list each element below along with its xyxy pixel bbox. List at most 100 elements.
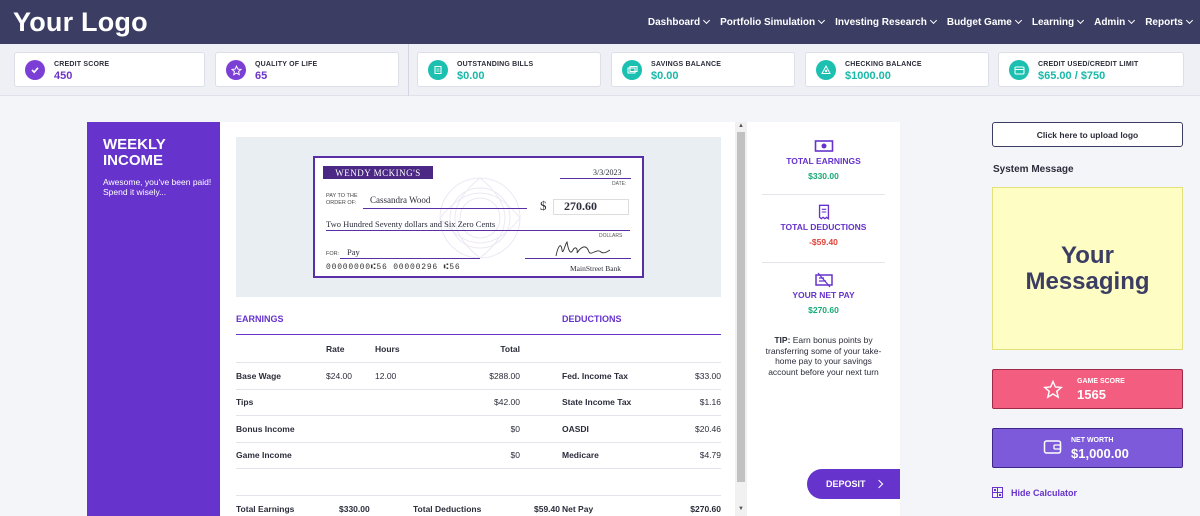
scrollbar[interactable]: ▲ ▼: [735, 122, 747, 516]
system-message-box: Your Messaging: [992, 187, 1183, 350]
row-divider: [236, 442, 721, 443]
weekly-income-panel: WEEKLY INCOME Awesome, you've been paid! …: [87, 122, 220, 516]
earning-hours: 12.00: [375, 371, 397, 381]
earning-total: $288.00: [489, 371, 520, 381]
stat-label: QUALITY OF LIFE: [255, 61, 318, 68]
scroll-up-icon[interactable]: ▲: [738, 123, 744, 129]
top-nav-bar: Your Logo Dashboard Portfolio Simulation…: [0, 0, 1200, 44]
stat-value: 65: [255, 70, 268, 82]
tip-label: TIP:: [774, 335, 791, 345]
deduction-amount: $20.46: [695, 424, 721, 434]
nav-budget-game[interactable]: Budget Game: [947, 17, 1022, 28]
scroll-down-icon[interactable]: ▼: [738, 506, 744, 512]
earning-total: $0: [510, 450, 520, 460]
col-rate: Rate: [326, 344, 345, 354]
paycheck-card: WEEKLY INCOME Awesome, you've been paid! …: [87, 122, 900, 516]
nav-learning[interactable]: Learning: [1031, 16, 1085, 28]
total-earnings-value: $330.00: [339, 504, 370, 514]
signature-icon: [555, 241, 611, 257]
pay-to-line-1: PAY TO THE: [326, 193, 358, 199]
checking-icon: [816, 60, 836, 80]
net-worth-value: $1,000.00: [1071, 446, 1129, 461]
chevron-right-icon: [874, 479, 883, 489]
nav-admin[interactable]: Admin: [1094, 16, 1136, 28]
stat-checking-balance: CHECKING BALANCE $1000.00: [805, 52, 989, 87]
summary-label: TOTAL DEDUCTIONS: [780, 222, 867, 232]
hide-calculator-link[interactable]: Hide Calculator: [992, 487, 1077, 498]
earning-name: Tips: [236, 397, 254, 407]
paycheck: WENDY MCKING'S 3/3/2023 DATE: PAY TO THE…: [313, 156, 644, 278]
scrollbar-thumb[interactable]: [737, 132, 745, 482]
summary-value: $330.00: [808, 171, 839, 181]
summary-value: -$59.40: [809, 237, 838, 247]
earnings-heading: EARNINGS: [236, 314, 284, 324]
bank-name: MainStreet Bank: [570, 264, 622, 273]
summary-label: YOUR NET PAY: [792, 290, 855, 300]
star-badge-icon: [226, 60, 246, 80]
net-pay-value: $270.60: [690, 504, 721, 514]
credit-card-icon: [1009, 60, 1029, 80]
signature-line: [525, 258, 631, 259]
stats-strip: CREDIT SCORE 450 QUALITY OF LIFE 65 OUTS…: [0, 44, 1200, 96]
chevron-down-icon: [1128, 16, 1136, 25]
stat-value: $0.00: [651, 70, 679, 82]
earning-name: Base Wage: [236, 371, 282, 381]
check-area: WENDY MCKING'S 3/3/2023 DATE: PAY TO THE…: [236, 137, 721, 297]
check-badge-icon: [25, 60, 45, 80]
savings-icon: [622, 60, 642, 80]
earning-total: $42.00: [494, 397, 520, 407]
summary-label: TOTAL EARNINGS: [786, 156, 861, 166]
stat-credit-score: CREDIT SCORE 450: [14, 52, 205, 87]
net-worth-card[interactable]: NET WORTH $1,000.00: [992, 428, 1183, 468]
stat-value: $65.00 / $750: [1038, 70, 1106, 82]
system-message-title: System Message: [993, 164, 1074, 175]
bill-icon: [428, 60, 448, 80]
check-amount: 270.60: [564, 199, 597, 213]
chevron-down-icon: [818, 16, 826, 25]
nav-dashboard[interactable]: Dashboard: [647, 16, 711, 28]
deduction-name: Fed. Income Tax: [562, 371, 628, 381]
total-earnings-label: Total Earnings: [236, 504, 295, 514]
section-rule: [236, 334, 721, 335]
col-total: Total: [500, 344, 520, 354]
stat-label: CREDIT USED/CREDIT LIMIT: [1038, 61, 1139, 68]
deduction-name: State Income Tax: [562, 397, 632, 407]
payee-name: Cassandra Wood: [370, 195, 431, 205]
memo-line: [340, 258, 480, 259]
dollar-sign: $: [540, 198, 547, 213]
tip-text: TIP: Earn bonus points by transferring s…: [762, 335, 885, 377]
game-score-value: 1565: [1077, 387, 1106, 402]
weekly-income-title: WEEKLY INCOME: [103, 137, 166, 169]
title-line-2: INCOME: [103, 152, 163, 169]
nav-portfolio-simulation[interactable]: Portfolio Simulation: [720, 16, 826, 28]
logo[interactable]: Your Logo: [13, 7, 148, 38]
stat-value: $1000.00: [845, 70, 891, 82]
deduction-amount: $33.00: [695, 371, 721, 381]
check-memo: Pay: [347, 247, 360, 257]
stats-divider: [408, 44, 409, 96]
stat-label: CREDIT SCORE: [54, 61, 110, 68]
net-pay-summary: YOUR NET PAY $270.60: [762, 272, 885, 315]
date-line: [560, 178, 631, 179]
deposit-button[interactable]: DEPOSIT: [807, 469, 900, 499]
game-score-label: GAME SCORE: [1077, 378, 1125, 385]
nav-label: Reports: [1145, 16, 1183, 28]
amount-words: Two Hundred Seventy dollars and Six Zero…: [326, 219, 496, 229]
deduction-name: Medicare: [562, 450, 599, 460]
game-score-card[interactable]: GAME SCORE 1565: [992, 369, 1183, 409]
summary-value: $270.60: [808, 305, 839, 315]
nav-label: Learning: [1031, 16, 1075, 28]
stat-label: SAVINGS BALANCE: [651, 61, 722, 68]
payee-line: [363, 208, 527, 209]
summary-divider: [762, 262, 885, 263]
chevron-down-icon: [1077, 16, 1085, 25]
nav-reports[interactable]: Reports: [1145, 16, 1194, 28]
row-divider: [236, 415, 721, 416]
weekly-income-subtitle: Awesome, you've been paid! Spend it wise…: [103, 177, 212, 197]
pay-to-label: PAY TO THE ORDER OF:: [326, 193, 358, 207]
receipt-icon: [818, 204, 829, 220]
nav-label: Dashboard: [647, 16, 701, 28]
nav-investing-research[interactable]: Investing Research: [835, 17, 937, 28]
system-message-text: Your Messaging: [1025, 241, 1150, 295]
upload-logo-button[interactable]: Click here to upload logo: [992, 122, 1183, 147]
